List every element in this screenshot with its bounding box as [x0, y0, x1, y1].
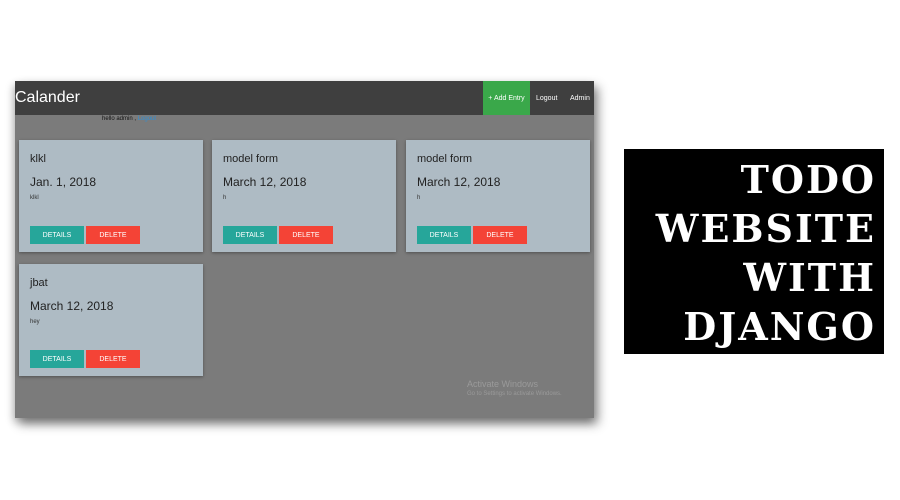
- promo-line: DJANGO: [683, 304, 876, 349]
- navbar: Calander + Add Entry Logout Admin: [15, 81, 594, 115]
- entry-card: model form March 12, 2018 h DETAILS DELE…: [406, 140, 590, 252]
- watermark-subtitle: Go to Settings to activate Windows.: [467, 391, 562, 397]
- details-button[interactable]: DETAILS: [223, 226, 277, 244]
- promo-line: WITH: [743, 255, 876, 300]
- logout-nav-link[interactable]: Logout: [536, 81, 557, 115]
- app-brand[interactable]: Calander: [15, 89, 80, 107]
- promo-line: TODO: [740, 157, 876, 202]
- entry-title: klkl: [30, 153, 46, 165]
- greeting: hello admin , Logout: [102, 116, 156, 122]
- delete-button[interactable]: DELETE: [86, 350, 140, 368]
- entry-description: hey: [30, 319, 40, 325]
- delete-button[interactable]: DELETE: [279, 226, 333, 244]
- details-button[interactable]: DETAILS: [30, 226, 84, 244]
- entry-date: March 12, 2018: [417, 175, 501, 189]
- promo-line: WEBSITE: [655, 206, 876, 251]
- greeting-logout-link[interactable]: Logout: [138, 116, 156, 122]
- entry-title: model form: [223, 153, 279, 165]
- entry-card: jbat March 12, 2018 hey DETAILS DELETE: [19, 264, 203, 376]
- entry-description: klkl: [30, 195, 39, 201]
- watermark-title: Activate Windows: [467, 379, 539, 389]
- entry-card: klkl Jan. 1, 2018 klkl DETAILS DELETE: [19, 140, 203, 252]
- admin-nav-link[interactable]: Admin: [570, 81, 590, 115]
- entry-card: model form March 12, 2018 h DETAILS DELE…: [212, 140, 396, 252]
- entry-title: model form: [417, 153, 473, 165]
- details-button[interactable]: DETAILS: [417, 226, 471, 244]
- greeting-text: hello admin ,: [102, 116, 137, 122]
- app-screenshot: Calander + Add Entry Logout Admin hello …: [15, 81, 594, 418]
- promo-title-box: TODO WEBSITE WITH DJANGO: [624, 149, 884, 354]
- add-entry-button[interactable]: + Add Entry: [483, 81, 530, 115]
- activate-windows-watermark: Activate Windows Go to Settings to activ…: [467, 379, 562, 397]
- entry-date: Jan. 1, 2018: [30, 175, 97, 189]
- delete-button[interactable]: DELETE: [86, 226, 140, 244]
- details-button[interactable]: DETAILS: [30, 350, 84, 368]
- entry-description: h: [223, 195, 227, 201]
- delete-button[interactable]: DELETE: [473, 226, 527, 244]
- entry-date: March 12, 2018: [30, 299, 114, 313]
- entry-date: March 12, 2018: [223, 175, 307, 189]
- entry-description: h: [417, 195, 421, 201]
- entry-title: jbat: [30, 277, 48, 289]
